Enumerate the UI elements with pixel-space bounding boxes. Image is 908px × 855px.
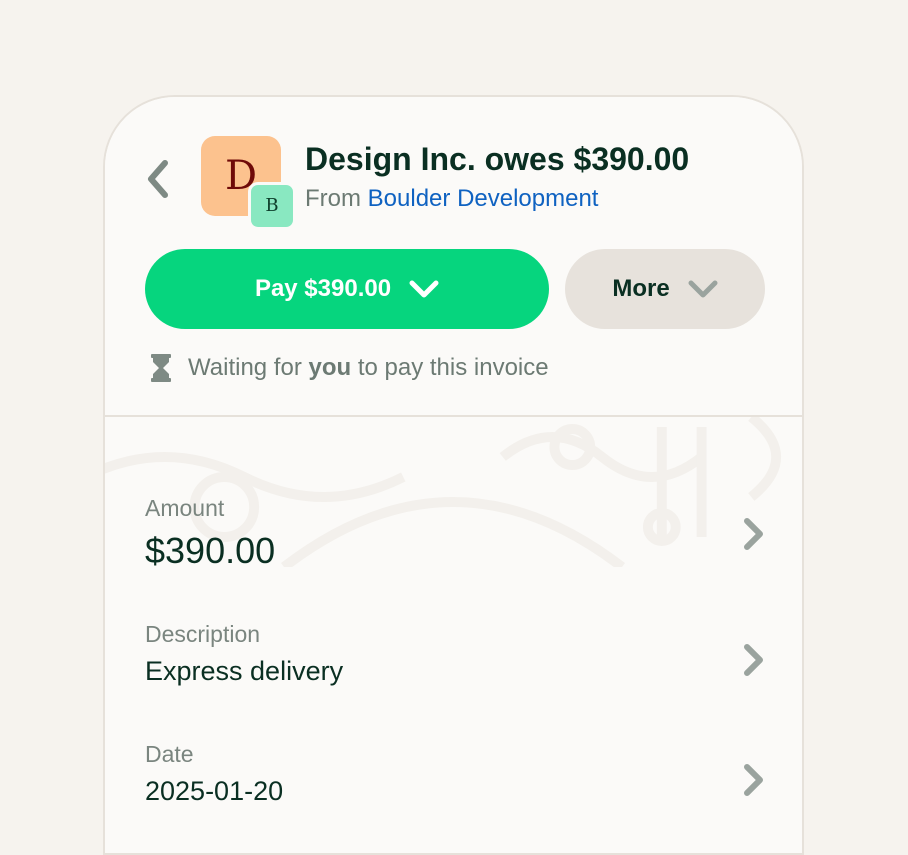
chevron-right-icon (744, 518, 763, 550)
detail-row-description[interactable]: Description Express delivery (145, 621, 765, 687)
pay-button[interactable]: Pay $390.00 (145, 249, 549, 329)
chevron-down-icon (409, 280, 439, 298)
status-text-after: to pay this invoice (357, 354, 549, 381)
status-text-before: Waiting for (188, 354, 302, 381)
detail-value: $390.00 (145, 530, 276, 571)
detail-label: Date (145, 741, 194, 767)
hourglass-icon (151, 354, 171, 382)
pay-button-label: Pay $390.00 (254, 275, 392, 302)
invoice-header: D B Design Inc. owes $390.00 From Boulde… (105, 97, 802, 416)
invoice-card: D B Design Inc. owes $390.00 From Boulde… (103, 95, 804, 855)
detail-value: Express delivery (145, 656, 344, 686)
detail-label: Amount (145, 495, 225, 521)
chevron-right-icon (744, 764, 763, 796)
detail-row-amount[interactable]: Amount $390.00 (145, 495, 765, 572)
more-button[interactable]: More (565, 249, 765, 329)
chevron-right-icon (744, 644, 763, 676)
chevron-down-icon (688, 280, 718, 298)
status-text-bold: you (308, 354, 352, 381)
page-title: Design Inc. owes $390.00 (305, 141, 690, 177)
sender-link[interactable]: Boulder Development (368, 185, 599, 212)
more-button-label: More (612, 275, 670, 302)
detail-value: 2025-01-20 (145, 776, 284, 806)
from-prefix: From (305, 185, 361, 212)
avatar-badge: B (248, 182, 296, 230)
detail-label: Description (145, 621, 261, 647)
detail-row-date[interactable]: Date 2025-01-20 (145, 741, 765, 807)
invoice-from: From Boulder Development (305, 185, 598, 213)
invoice-status: Waiting for you to pay this invoice (150, 353, 549, 383)
back-chevron-icon[interactable] (145, 159, 175, 199)
